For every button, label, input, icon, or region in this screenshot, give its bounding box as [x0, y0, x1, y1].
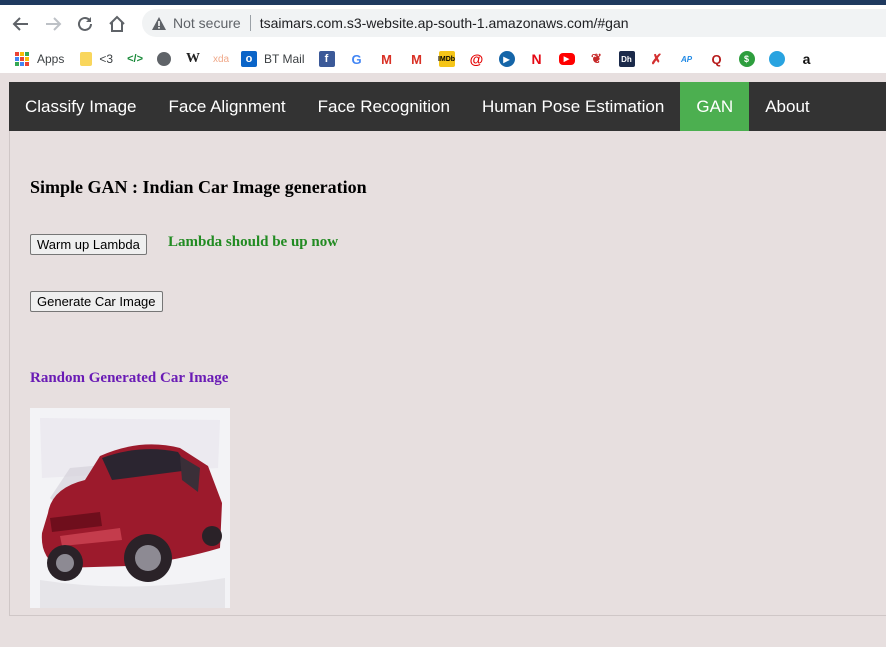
bookmark-cross[interactable]: ✗: [649, 48, 665, 70]
gmail-icon: M: [381, 51, 392, 67]
address-bar[interactable]: Not secure tsaimars.com.s3-website.ap-so…: [142, 9, 886, 37]
bookmark-youtube[interactable]: ▶: [558, 48, 575, 70]
nav-face-recognition[interactable]: Face Recognition: [302, 82, 466, 131]
folder-icon: [80, 52, 93, 66]
sphere-icon: [768, 51, 785, 67]
apps-grid-icon: [14, 51, 30, 67]
bookmark-folder[interactable]: <3: [80, 48, 113, 70]
bookmark-label: <3: [99, 52, 114, 66]
bookmark-ap[interactable]: AP: [679, 48, 695, 70]
bookmark-code[interactable]: </>: [127, 48, 143, 70]
bookmark-gmail-1[interactable]: M: [379, 48, 395, 70]
bookmark-globe[interactable]: [157, 48, 172, 70]
generate-car-image-button[interactable]: Generate Car Image: [30, 291, 163, 312]
security-label[interactable]: Not secure: [173, 15, 241, 31]
bookmark-amazon[interactable]: a: [799, 48, 815, 70]
bookmark-bt-mail[interactable]: o BT Mail: [241, 48, 305, 70]
generated-car-image: [30, 408, 230, 608]
nav-classify-image[interactable]: Classify Image: [9, 82, 152, 131]
youtube-icon: ▶: [558, 53, 575, 65]
bookmark-google[interactable]: G: [349, 48, 365, 70]
nav-gan[interactable]: GAN: [680, 82, 750, 131]
warm-up-lambda-button[interactable]: Warm up Lambda: [30, 234, 147, 255]
url-text[interactable]: tsaimars.com.s3-website.ap-south-1.amazo…: [260, 15, 629, 31]
outlook-icon: o: [241, 51, 258, 67]
bookmark-dh[interactable]: Dh: [618, 48, 635, 70]
facebook-icon: f: [318, 51, 335, 67]
forward-arrow-icon: [46, 17, 62, 31]
page-title: Simple GAN : Indian Car Image generation: [30, 177, 367, 197]
dh-icon: Dh: [618, 51, 635, 67]
xda-icon: xda: [212, 53, 230, 65]
bookmark-facebook[interactable]: f: [318, 48, 335, 70]
bookmark-label: BT Mail: [264, 52, 305, 66]
bookmark-imdb[interactable]: IMDb: [438, 48, 455, 70]
nav-about[interactable]: About: [749, 82, 825, 131]
bookmark-feather[interactable]: ❦: [589, 48, 605, 70]
reload-icon: [78, 16, 92, 31]
browser-toolbar: Not secure tsaimars.com.s3-website.ap-so…: [0, 5, 886, 73]
forward-button[interactable]: [42, 13, 64, 35]
bookmark-q[interactable]: Q: [709, 48, 725, 70]
warning-triangle-icon: [151, 15, 167, 31]
back-arrow-icon: [12, 17, 28, 31]
google-icon: G: [351, 51, 362, 67]
bookmark-apps[interactable]: Apps: [14, 48, 64, 70]
bookmark-play[interactable]: ▶: [498, 48, 515, 70]
cross-icon: ✗: [650, 50, 663, 67]
globe-icon: [157, 52, 172, 66]
bookmark-airtel[interactable]: @: [469, 48, 485, 70]
gan-section: Simple GAN : Indian Car Image generation…: [9, 131, 886, 616]
nav-human-pose-estimation[interactable]: Human Pose Estimation: [466, 82, 680, 131]
code-tag-icon: </>: [127, 53, 143, 65]
wikipedia-icon: W: [186, 51, 201, 66]
bookmark-gmail-2[interactable]: M: [409, 48, 425, 70]
gmail-icon: M: [411, 51, 422, 67]
bookmark-xda[interactable]: xda: [213, 48, 229, 70]
site-navigation: Classify Image Face Alignment Face Recog…: [9, 82, 886, 131]
q-icon: Q: [711, 51, 722, 67]
bookmark-netflix[interactable]: N: [529, 48, 545, 70]
ap-icon: AP: [680, 54, 693, 64]
feather-icon: ❦: [591, 51, 602, 66]
bookmark-wikipedia[interactable]: W: [185, 48, 201, 70]
nav-face-alignment[interactable]: Face Alignment: [152, 82, 301, 131]
dollar-icon: $: [738, 51, 755, 67]
amazon-icon: a: [802, 51, 811, 67]
reload-button[interactable]: [74, 13, 96, 35]
airtel-icon: @: [469, 51, 484, 67]
omnibox-divider: [249, 15, 251, 31]
lambda-status-text: Lambda should be up now: [168, 234, 339, 250]
bookmark-sphere[interactable]: [768, 48, 785, 70]
play-icon: ▶: [498, 51, 515, 67]
bookmarks-bar: Apps <3 </> W xda o BT Mail f G M M IMDb…: [0, 44, 886, 74]
home-icon: [109, 15, 125, 32]
bookmark-label: Apps: [37, 52, 65, 66]
back-button[interactable]: [10, 13, 32, 35]
imdb-icon: IMDb: [438, 51, 455, 67]
bookmark-dollar[interactable]: $: [738, 48, 755, 70]
result-heading: Random Generated Car Image: [30, 370, 229, 386]
home-button[interactable]: [106, 13, 128, 35]
netflix-icon: N: [531, 51, 542, 67]
